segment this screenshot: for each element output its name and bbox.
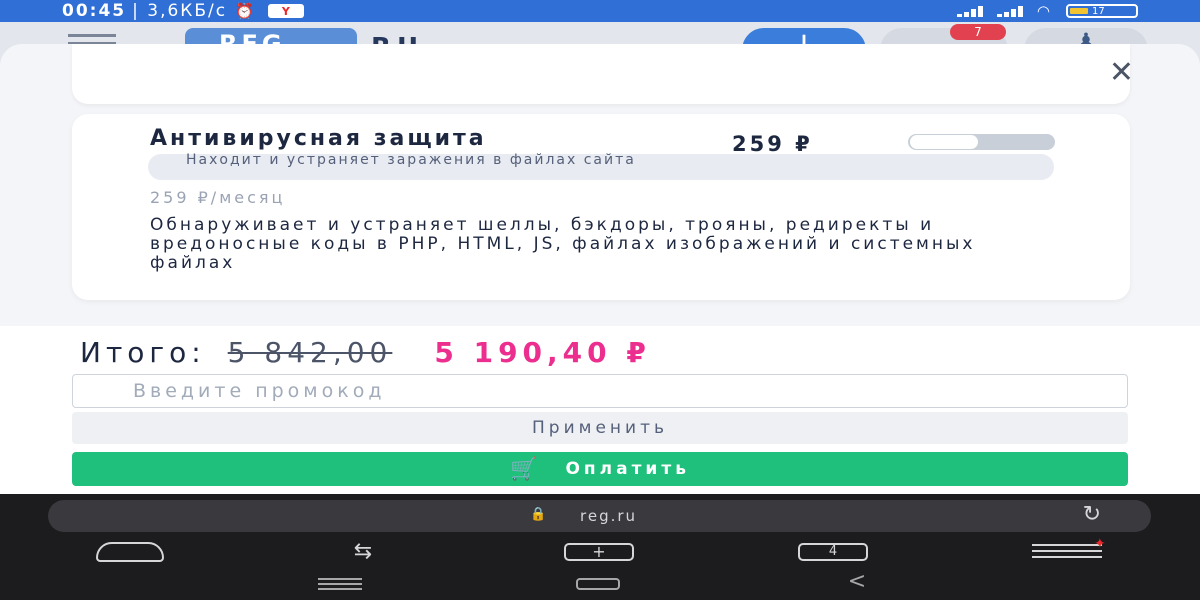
signal-icon-2: [996, 5, 1023, 17]
pay-button[interactable]: 🛒 Оплатить: [72, 452, 1128, 486]
status-time: 00:45: [62, 1, 127, 21]
lock-icon: 🔒: [530, 507, 549, 522]
home-icon[interactable]: [96, 542, 164, 562]
toggle-knob: [910, 135, 978, 149]
tabs-icon[interactable]: 4: [798, 543, 868, 561]
new-price: 5 190,40 ₽: [434, 336, 651, 369]
system-nav: <: [0, 571, 1200, 596]
menu-icon[interactable]: [1032, 540, 1102, 562]
service-monthly-price: 259 ₽/месяц: [150, 188, 286, 207]
service-title: Антивирусная защита: [150, 126, 487, 151]
old-price: 5 842,00: [227, 336, 393, 369]
status-speed: | 3,6КБ/с: [132, 1, 228, 21]
yandex-icon: Y: [267, 4, 304, 18]
alarm-icon: ⏰: [235, 2, 256, 20]
service-toggle[interactable]: [908, 134, 1055, 150]
menu-notification-dot: ✦: [1094, 536, 1106, 552]
reload-icon[interactable]: ↻: [1083, 502, 1103, 527]
cart-icon: 🛒: [510, 456, 542, 482]
service-description: Обнаруживает и устраняет шеллы, бэкдоры,…: [150, 215, 976, 273]
close-icon[interactable]: ✕: [1109, 58, 1134, 88]
url-text: reg.ru: [580, 507, 638, 525]
antivirus-service-card: Антивирусная защита 259 ₽ Находит и устр…: [72, 114, 1130, 300]
total-row: Итого: 5 842,00 5 190,40 ₽: [80, 336, 651, 369]
notification-badge: 7: [950, 24, 1006, 40]
battery-level: 17: [1092, 5, 1105, 17]
pay-label: Оплатить: [565, 459, 690, 479]
order-modal: ✕ Антивирусная защита 259 ₽ Находит и ус…: [0, 44, 1200, 494]
signal-icon: [956, 5, 983, 17]
system-home-icon[interactable]: [576, 578, 620, 590]
total-label: Итого:: [80, 336, 206, 369]
apply-button[interactable]: Применить: [72, 412, 1128, 444]
wifi-icon: ◠: [1036, 2, 1052, 20]
service-price: 259 ₽: [732, 132, 813, 156]
new-tab-icon[interactable]: +: [564, 543, 634, 561]
checkout-panel: Итого: 5 842,00 5 190,40 ₽ Введите промо…: [0, 326, 1200, 494]
browser-toolbar: 🔒 reg.ru ↻ ⇆ + 4 ✦ <: [0, 494, 1200, 600]
share-icon[interactable]: ⇆: [330, 540, 396, 564]
browser-nav: ⇆ + 4 ✦: [0, 536, 1200, 564]
status-bar: 00:45 | 3,6КБ/с ⏰ Y ◠ 17: [0, 0, 1200, 22]
back-icon[interactable]: <: [842, 571, 872, 593]
previous-service-card: [72, 44, 1130, 104]
battery-icon: 17: [1066, 4, 1138, 18]
recent-apps-icon[interactable]: [318, 578, 362, 593]
promo-code-input[interactable]: Введите промокод: [72, 374, 1128, 408]
service-subtitle: Находит и устраняет заражения в файлах с…: [148, 153, 1054, 180]
address-bar[interactable]: 🔒 reg.ru ↻: [48, 500, 1151, 532]
